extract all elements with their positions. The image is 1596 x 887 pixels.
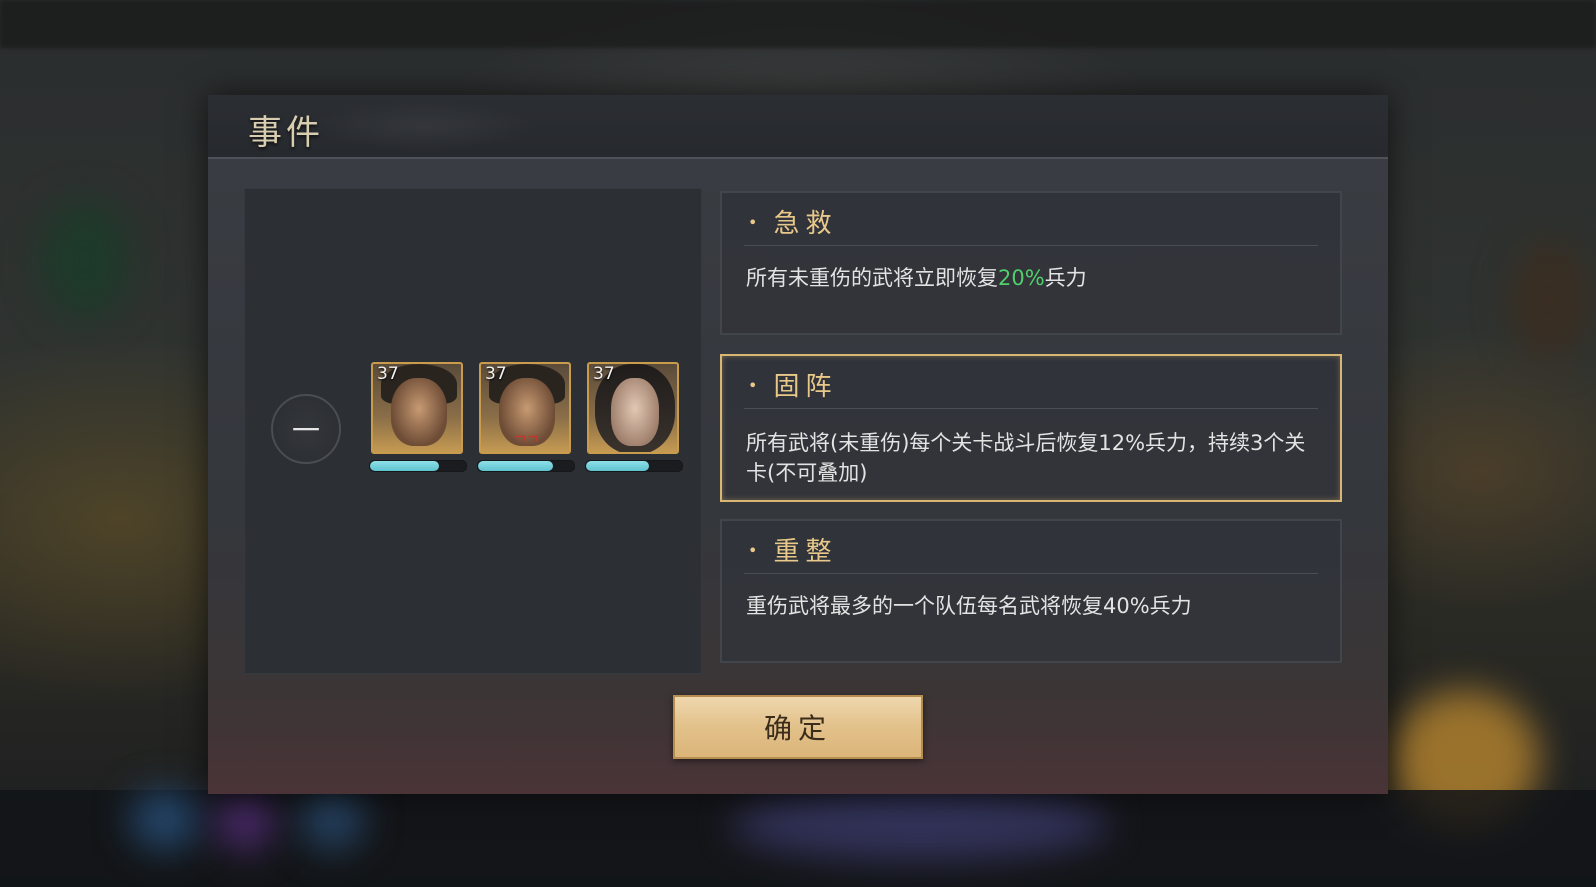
hero-level: 37 bbox=[485, 364, 507, 384]
bg-blob bbox=[40, 200, 130, 320]
hero-level: 37 bbox=[593, 364, 615, 384]
hero-portrait[interactable]: 37 bbox=[371, 362, 463, 454]
option-card-hold-formation[interactable]: 固阵 所有武将(未重伤)每个关卡战斗后恢复12%兵力，持续3个关卡(不可叠加) bbox=[720, 354, 1342, 502]
option-title: 固阵 bbox=[748, 366, 837, 403]
hero-level: 37 bbox=[377, 364, 399, 384]
header-ornament bbox=[308, 101, 538, 151]
hero-hp-bar bbox=[585, 460, 683, 472]
option-description: 重伤武将最多的一个队伍每名武将恢复40%兵力 bbox=[746, 594, 1192, 618]
team-panel: 一 37 37 ᄀᄀ 37 bbox=[244, 188, 702, 674]
event-dialog: 事件 一 37 37 ᄀᄀ 37 急救 所有未重伤的武将立即恢复20%兵力 bbox=[208, 95, 1388, 794]
option-title: 急救 bbox=[748, 203, 837, 240]
hp-fill bbox=[370, 461, 440, 471]
dialog-title: 事件 bbox=[248, 113, 324, 153]
desc-text: 兵力 bbox=[1044, 266, 1087, 290]
hero-portrait[interactable]: 37 ᄀᄀ bbox=[479, 362, 571, 454]
team-number: 一 bbox=[291, 414, 320, 447]
option-card-regroup[interactable]: 重整 重伤武将最多的一个队伍每名武将恢复40%兵力 bbox=[720, 519, 1342, 663]
hero-hp-bar bbox=[477, 460, 575, 472]
hero-face bbox=[391, 378, 447, 446]
divider bbox=[744, 408, 1318, 409]
hp-fill bbox=[586, 461, 650, 471]
bg-blob bbox=[1510, 240, 1590, 360]
top-bar-blurred bbox=[0, 0, 1596, 48]
bg-blob bbox=[730, 790, 1110, 860]
option-title: 重整 bbox=[748, 531, 837, 568]
hp-fill bbox=[478, 461, 553, 471]
hero-face bbox=[611, 378, 659, 446]
bg-blob bbox=[300, 790, 365, 850]
hero-emblem-icon: ᄀᄀ bbox=[514, 435, 540, 451]
confirm-label: 确定 bbox=[763, 712, 832, 745]
hero-portrait[interactable]: 37 bbox=[587, 362, 679, 454]
confirm-button[interactable]: 确定 bbox=[673, 695, 923, 759]
desc-highlight: 20% bbox=[998, 266, 1045, 290]
option-card-first-aid[interactable]: 急救 所有未重伤的武将立即恢复20%兵力 bbox=[720, 191, 1342, 335]
option-description: 所有武将(未重伤)每个关卡战斗后恢复12%兵力，持续3个关卡(不可叠加) bbox=[746, 431, 1306, 485]
team-number-badge: 一 bbox=[271, 394, 341, 464]
desc-text: 所有未重伤的武将立即恢复 bbox=[746, 266, 998, 290]
bg-blob bbox=[130, 790, 200, 850]
bg-blob bbox=[215, 795, 275, 850]
divider bbox=[744, 245, 1318, 246]
option-description: 所有未重伤的武将立即恢复20%兵力 bbox=[746, 263, 1322, 293]
divider bbox=[744, 573, 1318, 574]
dialog-header: 事件 bbox=[208, 95, 1388, 159]
hero-hp-bar bbox=[369, 460, 467, 472]
